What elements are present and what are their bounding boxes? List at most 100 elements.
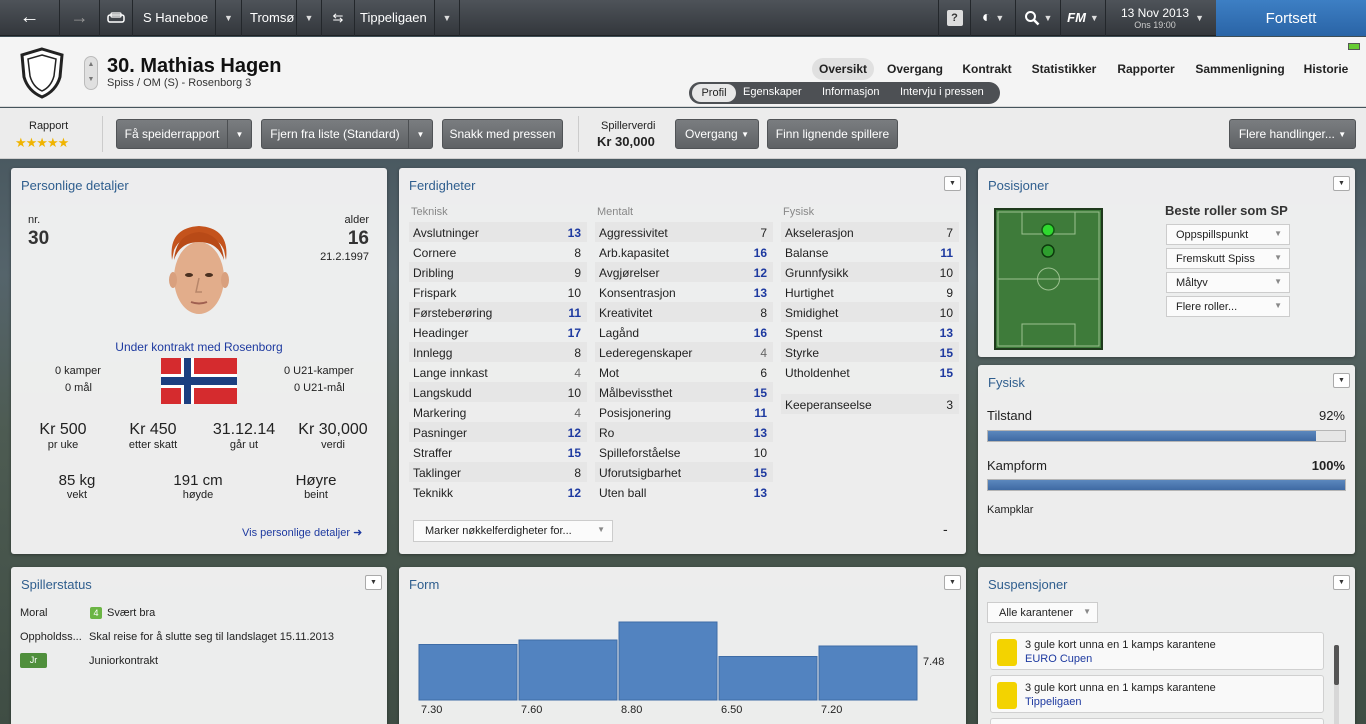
suspension-competition[interactable]: EURO Cupen <box>1025 653 1092 665</box>
tab-informasjon[interactable]: Informasjon <box>822 86 879 98</box>
attribute-row[interactable]: Lederegenskaper 4 <box>595 342 773 362</box>
role-button[interactable]: Fremskutt Spiss ▼ <box>1166 248 1290 269</box>
panel-menu-button[interactable]: ▼ <box>1333 373 1350 388</box>
world-menu[interactable]: ◐ ▼ <box>971 0 1016 36</box>
manager-menu[interactable]: S Haneboe <box>133 0 216 36</box>
attribute-row[interactable]: Posisjonering 11 <box>595 402 773 422</box>
attribute-row[interactable]: Smidighet 10 <box>781 302 959 322</box>
scout-report-button[interactable]: Få speiderrapport ▼ <box>116 119 252 149</box>
search-menu[interactable]: ▼ <box>1016 0 1061 36</box>
attribute-row[interactable]: Frispark 10 <box>409 282 587 302</box>
scrollbar-thumb[interactable] <box>1334 645 1339 685</box>
panel-menu-button[interactable]: ▼ <box>365 575 382 590</box>
tab-sammenligning[interactable]: Sammenligning <box>1189 58 1291 80</box>
suspension-competition[interactable]: Tippeligaen <box>1025 696 1081 708</box>
attribute-row[interactable]: Lange innkast 4 <box>409 362 587 382</box>
panel-menu-button[interactable]: ▼ <box>1333 176 1350 191</box>
attribute-row[interactable]: Taklinger 8 <box>409 462 587 482</box>
attribute-row[interactable]: Lagånd 16 <box>595 322 773 342</box>
attribute-row[interactable]: Utholdenhet 15 <box>781 362 959 382</box>
view-personal-details-link[interactable]: Vis personlige detaljer ➜ <box>242 526 362 539</box>
attribute-row[interactable]: Headinger 17 <box>409 322 587 342</box>
tab-historie[interactable]: Historie <box>1297 58 1355 80</box>
attribute-row[interactable]: Uforutsigbarhet 15 <box>595 462 773 482</box>
attribute-row[interactable]: Langskudd 10 <box>409 382 587 402</box>
player-navigator[interactable]: ▲ ▼ <box>84 56 98 90</box>
form-bar[interactable] <box>418 644 518 701</box>
tab-egenskaper[interactable]: Egenskaper <box>743 86 802 98</box>
attribute-row[interactable]: Mot 6 <box>595 362 773 382</box>
attribute-row[interactable]: Keeperanseelse 3 <box>781 394 959 414</box>
club-dropdown[interactable]: ▼ <box>297 0 322 36</box>
suspension-item[interactable]: 3 gule kort unna en 1 kamps karantene Ti… <box>990 675 1324 713</box>
attribute-row[interactable]: Dribling 9 <box>409 262 587 282</box>
form-bar[interactable] <box>718 656 818 701</box>
attribute-row[interactable]: Førsteberøring 11 <box>409 302 587 322</box>
attribute-name: Mot <box>599 366 620 380</box>
attribute-row[interactable]: Grunnfysikk 10 <box>781 262 959 282</box>
swap-button[interactable]: ⇆ <box>322 0 355 36</box>
attribute-row[interactable]: Markering 4 <box>409 402 587 422</box>
more-actions-button[interactable]: Flere handlinger... ▼ <box>1229 119 1356 149</box>
attribute-row[interactable]: Konsentrasjon 13 <box>595 282 773 302</box>
attribute-row[interactable]: Kreativitet 8 <box>595 302 773 322</box>
forward-button[interactable]: → <box>60 0 100 36</box>
league-menu[interactable]: Tippeligaen <box>355 0 435 36</box>
tab-statistikker[interactable]: Statistikker <box>1024 58 1104 80</box>
form-bar[interactable] <box>518 639 618 701</box>
continue-button[interactable]: Fortsett <box>1216 0 1366 36</box>
role-button[interactable]: Oppspillspunkt ▼ <box>1166 224 1290 245</box>
league-dropdown[interactable]: ▼ <box>435 0 460 36</box>
tab-overgang[interactable]: Overgang <box>880 58 950 80</box>
panel-menu-button[interactable]: ▼ <box>1333 575 1350 590</box>
highlight-select[interactable]: Marker nøkkelferdigheter for... ▼ <box>413 520 613 542</box>
tab-profil[interactable]: Profil <box>692 84 736 102</box>
club-menu[interactable]: Tromsø <box>242 0 297 36</box>
suspension-item[interactable] <box>990 718 1324 724</box>
manager-dropdown[interactable]: ▼ <box>216 0 242 36</box>
fm-menu[interactable]: FM ▼ <box>1061 0 1106 36</box>
attribute-row[interactable]: Avslutninger 13 <box>409 222 587 242</box>
chevron-down-icon[interactable]: ▼ <box>408 120 432 148</box>
attribute-row[interactable]: Spenst 13 <box>781 322 959 342</box>
suspension-filter[interactable]: Alle karantener ▼ <box>987 602 1098 623</box>
attribute-row[interactable]: Arb.kapasitet 16 <box>595 242 773 262</box>
attribute-row[interactable]: Aggressivitet 7 <box>595 222 773 242</box>
tab-kontrakt[interactable]: Kontrakt <box>955 58 1019 80</box>
talk-press-button[interactable]: Snakk med pressen <box>442 119 563 149</box>
form-bar[interactable] <box>818 645 918 701</box>
contract-link[interactable]: Under kontrakt med Rosenborg <box>11 340 387 354</box>
role-button[interactable]: Måltyv ▼ <box>1166 272 1290 293</box>
attribute-row[interactable]: Straffer 15 <box>409 442 587 462</box>
chevron-down-icon[interactable]: ▼ <box>227 120 251 148</box>
attribute-row[interactable]: Akselerasjon 7 <box>781 222 959 242</box>
attribute-row[interactable]: Styrke 15 <box>781 342 959 362</box>
scrollbar[interactable] <box>1334 645 1339 724</box>
panel-menu-button[interactable]: ▼ <box>944 176 961 191</box>
date-display[interactable]: 13 Nov 2013 Ons 19:00 ▼ <box>1106 0 1204 36</box>
attribute-row[interactable]: Spilleforståelse 10 <box>595 442 773 462</box>
attribute-row[interactable]: Balanse 11 <box>781 242 959 262</box>
tab-intervju[interactable]: Intervju i pressen <box>900 86 984 98</box>
attribute-row[interactable]: Uten ball 13 <box>595 482 773 502</box>
find-similar-button[interactable]: Finn lignende spillere <box>767 119 898 149</box>
help-button[interactable]: ? <box>938 0 971 36</box>
attribute-row[interactable]: Hurtighet 9 <box>781 282 959 302</box>
suspension-item[interactable]: 3 gule kort unna en 1 kamps karantene EU… <box>990 632 1324 670</box>
form-bar[interactable] <box>618 621 718 701</box>
attribute-row[interactable]: Cornere 8 <box>409 242 587 262</box>
role-button[interactable]: Flere roller... ▼ <box>1166 296 1290 317</box>
tab-rapporter[interactable]: Rapporter <box>1110 58 1182 80</box>
attribute-row[interactable]: Teknikk 12 <box>409 482 587 502</box>
transfer-button[interactable]: Overgang ▼ <box>675 119 759 149</box>
home-button[interactable] <box>100 0 133 36</box>
attribute-row[interactable]: Ro 13 <box>595 422 773 442</box>
attribute-row[interactable]: Innlegg 8 <box>409 342 587 362</box>
back-button[interactable]: ← <box>0 0 60 36</box>
attribute-row[interactable]: Avgjørelser 12 <box>595 262 773 282</box>
attribute-row[interactable]: Pasninger 12 <box>409 422 587 442</box>
remove-from-list-button[interactable]: Fjern fra liste (Standard) ▼ <box>261 119 433 149</box>
tab-oversikt[interactable]: Oversikt <box>812 58 874 80</box>
attribute-row[interactable]: Målbevissthet 15 <box>595 382 773 402</box>
globe-icon: ◐ <box>981 8 992 26</box>
